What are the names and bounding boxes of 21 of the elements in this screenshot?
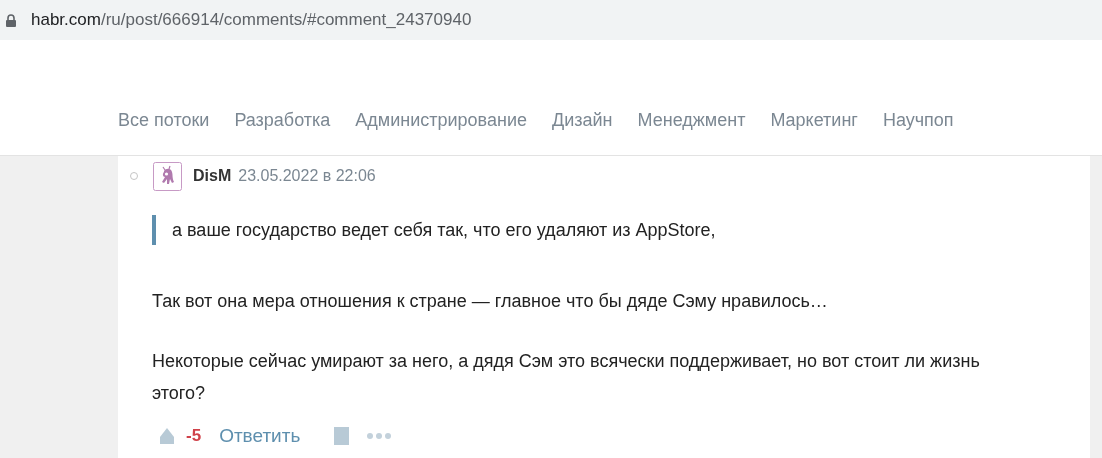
upvote-icon[interactable]	[160, 428, 174, 444]
nav-link[interactable]: Научпоп	[882, 109, 954, 131]
avatar-icon[interactable]	[153, 161, 182, 191]
nav-link[interactable]: Дизайн	[552, 109, 613, 131]
author-name[interactable]: DisM	[193, 167, 232, 185]
address-bar[interactable]: habr.com/ru/post/666914/comments/#comment_24370940	[0, 0, 1102, 40]
comment-paragraph: Некоторые сейчас умирают за него, а дядя Сэм это всячески поддерживает, но вот стоит ли жизнь этого?	[152, 350, 981, 405]
nav-link[interactable]: Администрирование	[355, 109, 527, 131]
more-icon[interactable]	[367, 433, 392, 439]
comment-date[interactable]: 23.05.2022 в 22:06	[238, 167, 376, 185]
nav-link[interactable]: Маркетинг	[770, 109, 858, 131]
url-text: habr.com/ru/post/666914/comments/#comment_24370940	[31, 10, 472, 30]
reply-link[interactable]: Ответить	[219, 425, 301, 447]
vote-score: -5	[186, 426, 202, 446]
lock-icon	[6, 13, 16, 27]
comment-paragraph: Так вот она мера отношения к стране — главное что бы дяде Сэму нравилось…	[152, 290, 829, 313]
nav-link[interactable]: Все потоки	[118, 109, 210, 131]
quote-text: а ваше государство ведет себя так, что его удаляют из AppStore,	[172, 220, 716, 240]
nav-link[interactable]: Менеджмент	[637, 109, 746, 131]
bookmark-icon[interactable]	[334, 427, 350, 445]
nav-link[interactable]: Разработка	[234, 109, 331, 131]
